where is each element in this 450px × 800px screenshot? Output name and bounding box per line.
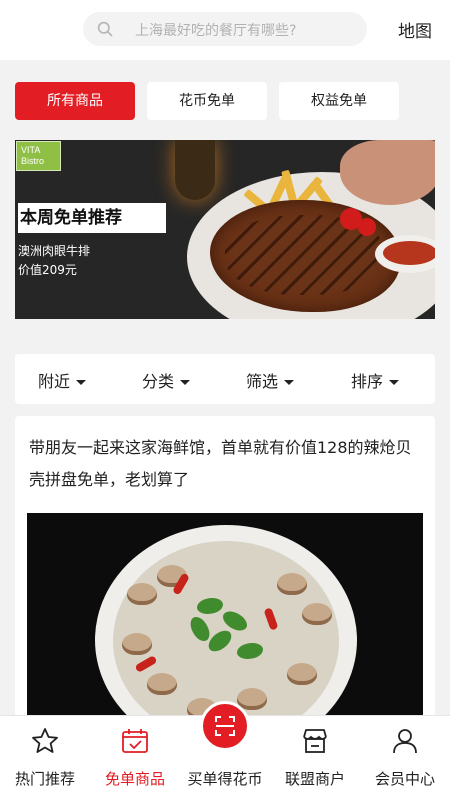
bottom-nav: 热门推荐 免单商品 买单得花币 联盟商户 会员中心 [0,701,450,800]
hand-image [340,140,435,205]
filter-screen[interactable]: 筛选 [246,368,295,392]
article-card[interactable]: 带朋友一起来这家海鲜馆，首单就有价值128的辣炝贝壳拼盘免单，老划算了 [15,416,435,726]
promo-banner[interactable]: VITA Bistro 本周免单推荐 澳洲肉眼牛排 价值209元 [15,140,435,319]
sauce [383,241,435,265]
caret-down-icon [389,380,400,385]
vita-bistro-logo: VITA Bistro [16,141,61,171]
article-text: 带朋友一起来这家海鲜馆，首单就有价值128的辣炝贝壳拼盘免单，老划算了 [29,438,412,489]
nav-label: 热门推荐 [14,770,75,788]
banner-title: 本周免单推荐 [18,203,166,233]
nav-hot-recommend[interactable]: 热门推荐 [0,716,90,800]
clam [147,673,177,695]
caret-down-icon [76,380,87,385]
star-icon [32,728,58,753]
clam [277,573,307,595]
caret-down-icon [284,380,295,385]
nav-member-center[interactable]: 会员中心 [360,716,450,800]
filter-sort[interactable]: 排序 [351,368,400,392]
nav-label: 会员中心 [374,770,435,788]
clam [122,633,152,655]
filter-label: 筛选 [246,372,279,391]
scan-icon [215,716,235,736]
filter-label: 附近 [38,372,71,391]
header: 上海最好吃的餐厅有哪些? 地图 [0,0,450,60]
user-icon [393,729,417,754]
nav-label: 买单得花币 [187,770,263,788]
scan-button[interactable] [200,701,250,751]
nav-label: 联盟商户 [284,770,345,788]
search-icon [97,21,113,37]
nav-pay-coins[interactable]: 买单得花币 [180,701,270,800]
filter-nearby[interactable]: 附近 [38,368,87,392]
store-icon [303,729,327,753]
candle-decoration [175,140,215,200]
article-image[interactable] [27,513,423,726]
filter-label: 排序 [351,372,384,391]
nav-label: 免单商品 [104,770,165,788]
tab-benefit-free[interactable]: 权益免单 [279,82,399,120]
caret-down-icon [180,380,191,385]
clam [287,663,317,685]
filter-category[interactable]: 分类 [142,368,191,392]
nav-alliance-merchants[interactable]: 联盟商户 [270,716,360,800]
clam [302,603,332,625]
tab-all-products[interactable]: 所有商品 [15,82,135,120]
banner-price: 价值209元 [18,263,77,277]
banner-dish: 澳洲肉眼牛排 [18,244,91,258]
filter-label: 分类 [142,372,175,391]
clam [127,583,157,605]
tab-coin-free[interactable]: 花币免单 [147,82,267,120]
nav-free-products[interactable]: 免单商品 [90,716,180,800]
free-order-icon [122,729,148,753]
search-bar[interactable]: 上海最好吃的餐厅有哪些? [83,12,367,46]
search-placeholder: 上海最好吃的餐厅有哪些? [135,23,297,39]
map-link[interactable]: 地图 [398,17,432,42]
tomato [358,218,376,236]
filter-bar: 附近 分类 筛选 排序 [15,354,435,404]
